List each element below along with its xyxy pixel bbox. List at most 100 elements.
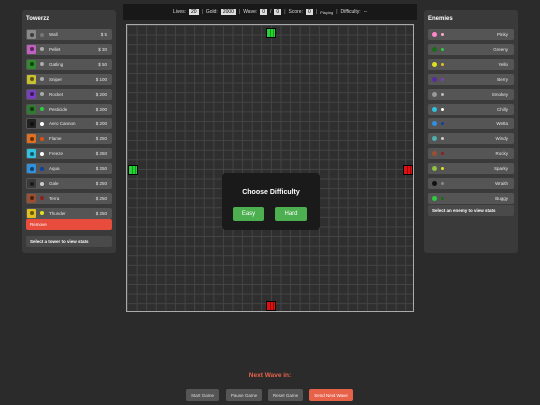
enemy-icon (432, 151, 437, 157)
tower-item-gale[interactable]: Gale $ 250 (26, 178, 112, 189)
tower-dot-icon (40, 211, 44, 216)
enemy-item-rocky[interactable]: Rocky (428, 148, 514, 160)
enemy-dot-icon (441, 152, 444, 156)
modal-title: Choose Difficulty (242, 189, 300, 196)
tower-item-aqua[interactable]: Aqua $ 250 (26, 163, 112, 175)
hard-button[interactable]: Hard (275, 207, 307, 221)
enemy-icon (432, 121, 437, 127)
exit-portal-right (403, 165, 413, 175)
enemy-dot-icon (441, 47, 444, 51)
tower-item-rocket[interactable]: Rocket $ 200 (26, 88, 112, 100)
tower-name: Aqua (49, 166, 60, 172)
enemies-panel: Enemies Pinky Greeny Yello Berry Smokey Chill… (424, 10, 518, 253)
exit-portal-bottom (266, 301, 276, 311)
enemy-icon (432, 106, 437, 112)
remove-button[interactable]: Remove (26, 219, 112, 230)
tower-price: $ 200 (95, 91, 107, 97)
tower-price: $ 250 (95, 136, 107, 142)
tower-item-terra[interactable]: Terra $ 250 (26, 192, 112, 204)
score-value: 0 (305, 9, 313, 15)
game-board[interactable] (126, 24, 414, 312)
enemy-name: Sparky (493, 166, 508, 172)
enemy-item-sparky[interactable]: Sparky (428, 163, 514, 175)
tower-item-pesticide[interactable]: Pesticide $ 200 (26, 103, 112, 115)
enemy-item-yello[interactable]: Yello (428, 58, 514, 70)
enemy-name: Smokey (491, 91, 508, 97)
lives-label: Lives: (172, 9, 186, 15)
tower-price: $ 100 (95, 76, 107, 82)
enemy-item-wraith[interactable]: Wraith (428, 178, 514, 189)
enemy-name: Wetta (496, 121, 508, 127)
wave-label: Wave: (243, 9, 258, 15)
tower-item-gatling[interactable]: Gatling $ 50 (26, 58, 112, 70)
enemy-icon (432, 91, 437, 97)
enemy-dot-icon (441, 107, 444, 111)
reset-game-button[interactable]: Reset Game (268, 389, 303, 401)
enemy-name: Buggy (495, 195, 508, 201)
tower-price: $ 5 (100, 32, 107, 37)
tower-name: Rocket (49, 91, 64, 97)
tower-icon (27, 134, 36, 144)
tower-dot-icon (40, 77, 44, 82)
enemy-item-berry[interactable]: Berry (428, 73, 514, 85)
tower-icon (27, 104, 36, 114)
tower-item-pellet[interactable]: Pellet $ 30 (26, 43, 112, 55)
next-wave-label: Next Wave in: (248, 372, 292, 379)
enemy-item-smokey[interactable]: Smokey (428, 88, 514, 100)
tower-name: Gatling (49, 61, 64, 67)
pause-game-button[interactable]: Pause Game (226, 389, 262, 401)
tower-dot-icon (40, 181, 44, 186)
enemy-icon (432, 195, 437, 201)
tower-name: Terra (49, 195, 60, 201)
wave-value: 0 (260, 9, 268, 15)
tower-icon (27, 149, 36, 159)
enemy-item-buggy[interactable]: Buggy (428, 192, 514, 204)
tower-price: $ 250 (95, 181, 107, 186)
towers-panel-title: Towerzz (26, 16, 50, 22)
enemy-name: Windy (495, 136, 508, 142)
enemy-item-windy[interactable]: Windy (428, 133, 514, 145)
enemy-item-chilly[interactable]: Chilly (428, 103, 514, 115)
enemy-icon (432, 32, 437, 37)
tower-name: Gale (49, 181, 59, 186)
difficulty-modal: Choose Difficulty Easy Hard (222, 173, 320, 230)
tower-name: Flame (49, 136, 62, 142)
tower-icon (27, 44, 36, 54)
enemy-icon (432, 136, 437, 142)
tower-price: $ 30 (98, 46, 107, 52)
towers-panel: Towerzz Wall $ 5 Pellet $ 30 Gatling $ 50 Snip… (22, 10, 116, 253)
enemy-dot-icon (441, 122, 444, 126)
tower-item-aero-cannon[interactable]: Aero Cannon $ 200 (26, 118, 112, 130)
tower-price: $ 200 (95, 106, 107, 112)
tower-item-flame[interactable]: Flame $ 250 (26, 133, 112, 145)
tower-item-freeze[interactable]: Freeze $ 250 (26, 148, 112, 160)
send-next-wave-button[interactable]: Send Next Wave (309, 389, 353, 401)
tower-price: $ 200 (95, 121, 107, 127)
enemy-name: Berry (497, 76, 508, 82)
tower-price: $ 250 (95, 210, 107, 216)
enemy-dot-icon (441, 62, 444, 66)
status-bar: Lives: 20 | Gold: 2000 | Wave: 0 / 0 | S… (123, 4, 417, 20)
tower-item-wall[interactable]: Wall $ 5 (26, 29, 112, 40)
tower-icon (27, 193, 36, 203)
score-label: Score: (288, 9, 303, 15)
enemy-item-greeny[interactable]: Greeny (428, 43, 514, 55)
enemy-dot-icon (441, 77, 444, 81)
start-game-button[interactable]: Start Game (186, 389, 219, 401)
tower-name: Freeze (49, 151, 64, 157)
tower-item-thunder[interactable]: Thunder $ 250 (26, 207, 112, 219)
tower-dot-icon (40, 151, 44, 156)
tower-price: $ 250 (95, 166, 107, 172)
enemy-item-wetta[interactable]: Wetta (428, 118, 514, 130)
enemy-item-pinky[interactable]: Pinky (428, 29, 514, 40)
game-state: Playing (320, 9, 334, 15)
wave-separator: / (270, 9, 272, 15)
tower-dot-icon (40, 136, 44, 141)
tower-icon (27, 179, 36, 188)
tower-item-sniper[interactable]: Sniper $ 100 (26, 73, 112, 85)
enemy-icon (432, 61, 437, 67)
gold-label: Gold: (205, 9, 218, 15)
tower-icon (27, 208, 36, 218)
easy-button[interactable]: Easy (233, 207, 264, 221)
enemy-dot-icon (441, 33, 444, 36)
